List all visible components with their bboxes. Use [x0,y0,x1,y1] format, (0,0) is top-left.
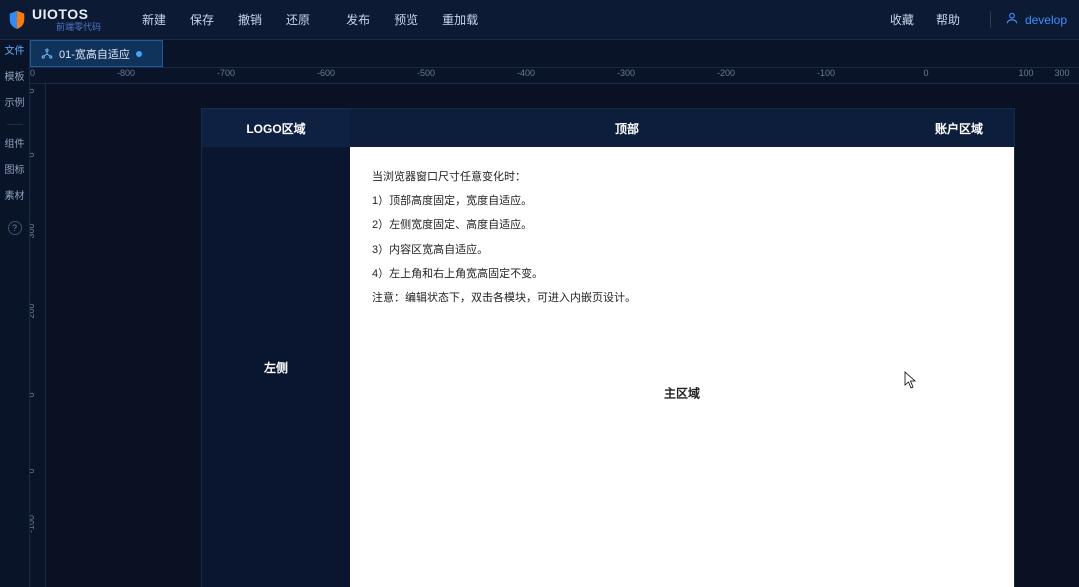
ruler-h-tick: -100 [817,68,835,78]
text-line-1: 1）顶部高度固定，宽度自适应。 [372,189,992,213]
ruler-h-tick: -900 [30,68,35,78]
rail-component[interactable]: 组件 [5,139,25,151]
ruler-v-tick: 0 [30,88,36,93]
ruler-v-tick: 0 [30,152,36,157]
shield-icon [8,10,26,30]
design-body-row: 左侧 当浏览器窗口尺寸任意变化时： 1）顶部高度固定，宽度自适应。 2）左侧宽度… [202,147,1014,587]
text-line-2: 2）左侧宽度固定、高度自适应。 [372,213,992,237]
menu-preview[interactable]: 预览 [394,11,418,28]
tab-label: 01-宽高自适应 [59,46,130,62]
tab-active[interactable]: 01-宽高自适应 [30,40,163,67]
text-title: 当浏览器窗口尺寸任意变化时： [372,165,992,189]
menu-secondary: 发布 预览 重加载 [346,11,478,28]
ruler-h-tick: -300 [617,68,635,78]
ruler-h-tick: 0 [923,68,928,78]
cursor-icon [904,371,918,392]
menu-new[interactable]: 新建 [142,11,166,28]
menu-undo[interactable]: 撤销 [238,11,262,28]
ruler-h-tick: -600 [317,68,335,78]
rail-material[interactable]: 素材 [5,191,25,203]
rail-file[interactable]: 文件 [5,46,25,58]
brand-tagline: 前端零代码 [56,20,101,33]
ruler-v-tick: 0 [30,392,36,397]
ruler-h-tick: 100 [1018,68,1033,78]
design-frame[interactable]: LOGO区域 顶部 账户区域 左侧 当浏览器窗口尺寸任意变化时： 1）顶部高度固… [202,109,1014,587]
region-logo[interactable]: LOGO区域 [202,109,350,147]
ruler-h-tick: -400 [517,68,535,78]
menu-save[interactable]: 保存 [190,11,214,28]
ruler-h-tick: -800 [117,68,135,78]
app-header: UIOTOS 前端零代码 新建 保存 撤销 还原 发布 预览 重加载 收藏 帮助… [0,0,1079,40]
ruler-vertical: 0 0 300 200 0 0 -100 [30,84,46,587]
rail-example[interactable]: 示例 [5,98,25,110]
hierarchy-icon [41,48,53,60]
text-line-4: 4）左上角和右上角宽高固定不变。 [372,262,992,286]
region-header[interactable]: 顶部 [350,109,904,147]
rail-icon[interactable]: 图标 [5,165,25,177]
design-top-row: LOGO区域 顶部 账户区域 [202,109,1014,147]
text-line-3: 3）内容区宽高自适应。 [372,238,992,262]
user-icon [1005,11,1019,28]
region-account[interactable]: 账户区域 [904,109,1014,147]
menu-redo[interactable]: 还原 [286,11,310,28]
main-content-text: 当浏览器窗口尺寸任意变化时： 1）顶部高度固定，宽度自适应。 2）左侧宽度固定、… [350,147,1014,328]
ruler-h-tick: 300 [1054,68,1069,78]
brand-logo: UIOTOS 前端零代码 [8,6,118,33]
rail-separator [7,124,23,125]
ruler-v-tick: 0 [30,468,36,473]
tab-row: 01-宽高自适应 [0,40,1079,68]
help-icon[interactable]: ? [8,221,22,235]
menu-right: 收藏 帮助 develop [890,11,1067,28]
region-main-label: 主区域 [664,385,700,402]
menu-primary: 新建 保存 撤销 还原 [142,11,310,28]
workspace[interactable]: -900 -800 -700 -600 -500 -400 -300 -200 -100 0 100… [30,68,1079,587]
canvas[interactable]: LOGO区域 顶部 账户区域 左侧 当浏览器窗口尺寸任意变化时： 1）顶部高度固… [46,84,1079,587]
menu-reload[interactable]: 重加载 [442,11,478,28]
user-name: develop [1025,13,1067,27]
ruler-h-tick: -700 [217,68,235,78]
menu-publish[interactable]: 发布 [346,11,370,28]
ruler-horizontal: -900 -800 -700 -600 -500 -400 -300 -200 -100 0 100… [30,68,1079,84]
region-main[interactable]: 当浏览器窗口尺寸任意变化时： 1）顶部高度固定，宽度自适应。 2）左侧宽度固定、… [350,147,1014,587]
left-rail: 文件 模板 示例 组件 图标 素材 ? [0,40,30,587]
region-left[interactable]: 左侧 [202,147,350,587]
rail-template[interactable]: 模板 [5,72,25,84]
ruler-v-tick: -100 [30,515,36,533]
user-menu[interactable]: develop [990,11,1067,28]
menu-help[interactable]: 帮助 [936,11,960,28]
ruler-v-tick: 200 [30,303,36,318]
ruler-h-tick: -200 [717,68,735,78]
unsaved-dot-icon [136,51,142,57]
text-note: 注意：编辑状态下，双击各模块，可进入内嵌页设计。 [372,286,992,310]
menu-favorite[interactable]: 收藏 [890,11,914,28]
ruler-v-tick: 300 [30,223,36,238]
ruler-h-tick: -500 [417,68,435,78]
